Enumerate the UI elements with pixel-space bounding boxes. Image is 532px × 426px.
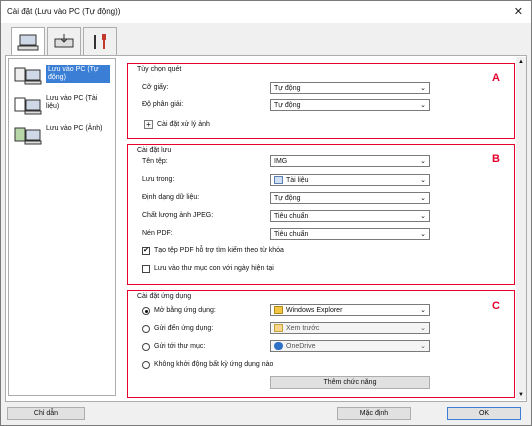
chevron-down-icon: ⌄ xyxy=(420,343,426,350)
no-app-label: Không khởi động bất kỳ ứng dụng nào xyxy=(154,361,274,368)
file-name-label: Tên tệp: xyxy=(142,158,168,165)
settings-window: Cài đặt (Lưu vào PC (Tự động)) ✕ Lưu vào… xyxy=(0,0,532,426)
tools-icon xyxy=(94,33,106,49)
save-in-value: Tài liệu xyxy=(286,177,309,184)
chevron-down-icon: ⌄ xyxy=(420,102,426,109)
pdf-compression-label: Nén PDF: xyxy=(142,230,173,237)
chevron-down-icon: ⌄ xyxy=(420,158,426,165)
open-with-label: Mở bằng ứng dụng: xyxy=(154,307,216,314)
jpeg-quality-value: Tiêu chuẩn xyxy=(274,213,309,220)
send-app-value: Xem trước xyxy=(286,325,320,332)
open-with-radio[interactable] xyxy=(142,307,150,315)
section-caption: Tùy chọn quét xyxy=(137,66,182,73)
jpeg-quality-select[interactable]: Tiêu chuẩn ⌄ xyxy=(270,210,430,222)
default-button[interactable]: Mặc định xyxy=(337,407,411,420)
paper-size-select[interactable]: Tự động ⌄ xyxy=(270,82,430,94)
scroll-down-icon[interactable]: ▼ xyxy=(518,392,524,398)
scan-type-list: Lưu vào PC (Tự động) Lưu vào PC (Tài liệ… xyxy=(8,58,116,396)
section-caption: Cài đặt ứng dụng xyxy=(137,293,192,300)
window-title: Cài đặt (Lưu vào PC (Tự động)) xyxy=(7,7,121,16)
keyword-pdf-checkbox[interactable]: ✔ xyxy=(142,247,150,255)
nav-item-photo[interactable]: Lưu vào PC (Ảnh) xyxy=(12,123,112,149)
file-name-select[interactable]: IMG ⌄ xyxy=(270,155,430,167)
add-function-button[interactable]: Thêm chức năng xyxy=(270,376,430,389)
subfolder-checkbox[interactable] xyxy=(142,265,150,273)
save-photo-icon xyxy=(14,127,42,145)
no-app-radio[interactable] xyxy=(142,361,150,369)
paper-size-value: Tự động xyxy=(274,85,301,92)
save-in-label: Lưu trong: xyxy=(142,176,175,183)
save-auto-icon xyxy=(14,67,42,85)
send-app-radio[interactable] xyxy=(142,325,150,333)
tab-scan-from-computer[interactable] xyxy=(11,27,45,57)
guide-button[interactable]: Chỉ dẫn xyxy=(7,407,85,420)
keyword-pdf-label: Tạo tệp PDF hỗ trợ tìm kiếm theo từ khóa xyxy=(154,247,284,254)
scrollbar[interactable]: ▲ ▼ xyxy=(516,57,526,400)
section-letter: B xyxy=(492,153,500,165)
scroll-up-icon[interactable]: ▲ xyxy=(518,59,524,65)
resolution-label: Độ phân giải: xyxy=(142,101,184,108)
send-folder-select[interactable]: OneDrive ⌄ xyxy=(270,340,430,352)
scan-from-computer-icon xyxy=(17,34,39,50)
pdf-compression-select[interactable]: Tiêu chuẩn ⌄ xyxy=(270,228,430,240)
windows-explorer-icon xyxy=(274,306,283,315)
save-in-select[interactable]: Tài liệu ⌄ xyxy=(270,174,430,186)
save-document-icon xyxy=(14,97,42,115)
pdf-compression-value: Tiêu chuẩn xyxy=(274,231,309,238)
onedrive-icon xyxy=(274,342,283,351)
format-value: Tự động xyxy=(274,195,301,202)
scan-options-section: Tùy chọn quét A Cỡ giấy: Tự động ⌄ Độ phâ… xyxy=(127,63,515,139)
send-folder-label: Gửi tới thư mục: xyxy=(154,343,206,350)
nav-item-auto[interactable]: Lưu vào PC (Tự động) xyxy=(12,63,112,89)
open-with-select[interactable]: Windows Explorer ⌄ xyxy=(270,304,430,316)
chevron-down-icon: ⌄ xyxy=(420,213,426,220)
nav-item-document[interactable]: Lưu vào PC (Tài liệu) xyxy=(12,93,112,119)
preview-app-icon xyxy=(274,324,283,333)
expand-image-processing-button[interactable]: + xyxy=(144,120,153,129)
close-icon[interactable]: ✕ xyxy=(514,5,523,18)
chevron-down-icon: ⌄ xyxy=(420,231,426,238)
paper-size-label: Cỡ giấy: xyxy=(142,84,169,91)
resolution-value: Tự động xyxy=(274,102,301,109)
nav-item-label: Lưu vào PC (Ảnh) xyxy=(46,125,103,132)
chevron-down-icon: ⌄ xyxy=(420,195,426,202)
format-select[interactable]: Tự động ⌄ xyxy=(270,192,430,204)
tab-scan-from-panel[interactable] xyxy=(47,27,81,55)
resolution-select[interactable]: Tự động ⌄ xyxy=(270,99,430,111)
chevron-down-icon: ⌄ xyxy=(420,325,426,332)
open-with-value: Windows Explorer xyxy=(286,307,343,314)
subfolder-label: Lưu vào thư mục con với ngày hiện tại xyxy=(154,265,274,272)
file-name-value: IMG xyxy=(274,158,288,165)
tab-general-settings[interactable] xyxy=(83,27,117,55)
scan-from-panel-icon xyxy=(54,33,74,47)
send-folder-value: OneDrive xyxy=(286,343,316,350)
jpeg-quality-label: Chất lượng ảnh JPEG: xyxy=(142,212,214,219)
section-caption: Cài đặt lưu xyxy=(137,147,172,154)
nav-item-label: Lưu vào PC (Tự động) xyxy=(46,65,110,83)
chevron-down-icon: ⌄ xyxy=(420,177,426,184)
send-app-select[interactable]: Xem trước ⌄ xyxy=(270,322,430,334)
image-processing-label: Cài đặt xử lý ảnh xyxy=(157,121,210,128)
document-folder-icon xyxy=(274,176,283,185)
save-settings-section: Cài đặt lưu B Tên tệp: IMG ⌄ Lưu trong: T… xyxy=(127,144,515,285)
section-letter: C xyxy=(492,300,500,312)
section-letter: A xyxy=(492,72,500,84)
nav-item-label: Lưu vào PC (Tài liệu) xyxy=(46,95,98,110)
send-app-label: Gửi đến ứng dụng: xyxy=(154,325,214,332)
app-settings-section: Cài đặt ứng dụng C Mở bằng ứng dụng: Win… xyxy=(127,290,515,398)
title-bar: Cài đặt (Lưu vào PC (Tự động)) ✕ xyxy=(1,1,531,23)
send-folder-radio[interactable] xyxy=(142,343,150,351)
format-label: Định dạng dữ liệu: xyxy=(142,194,200,201)
ok-button[interactable]: OK xyxy=(447,407,521,420)
chevron-down-icon: ⌄ xyxy=(420,85,426,92)
chevron-down-icon: ⌄ xyxy=(420,307,426,314)
